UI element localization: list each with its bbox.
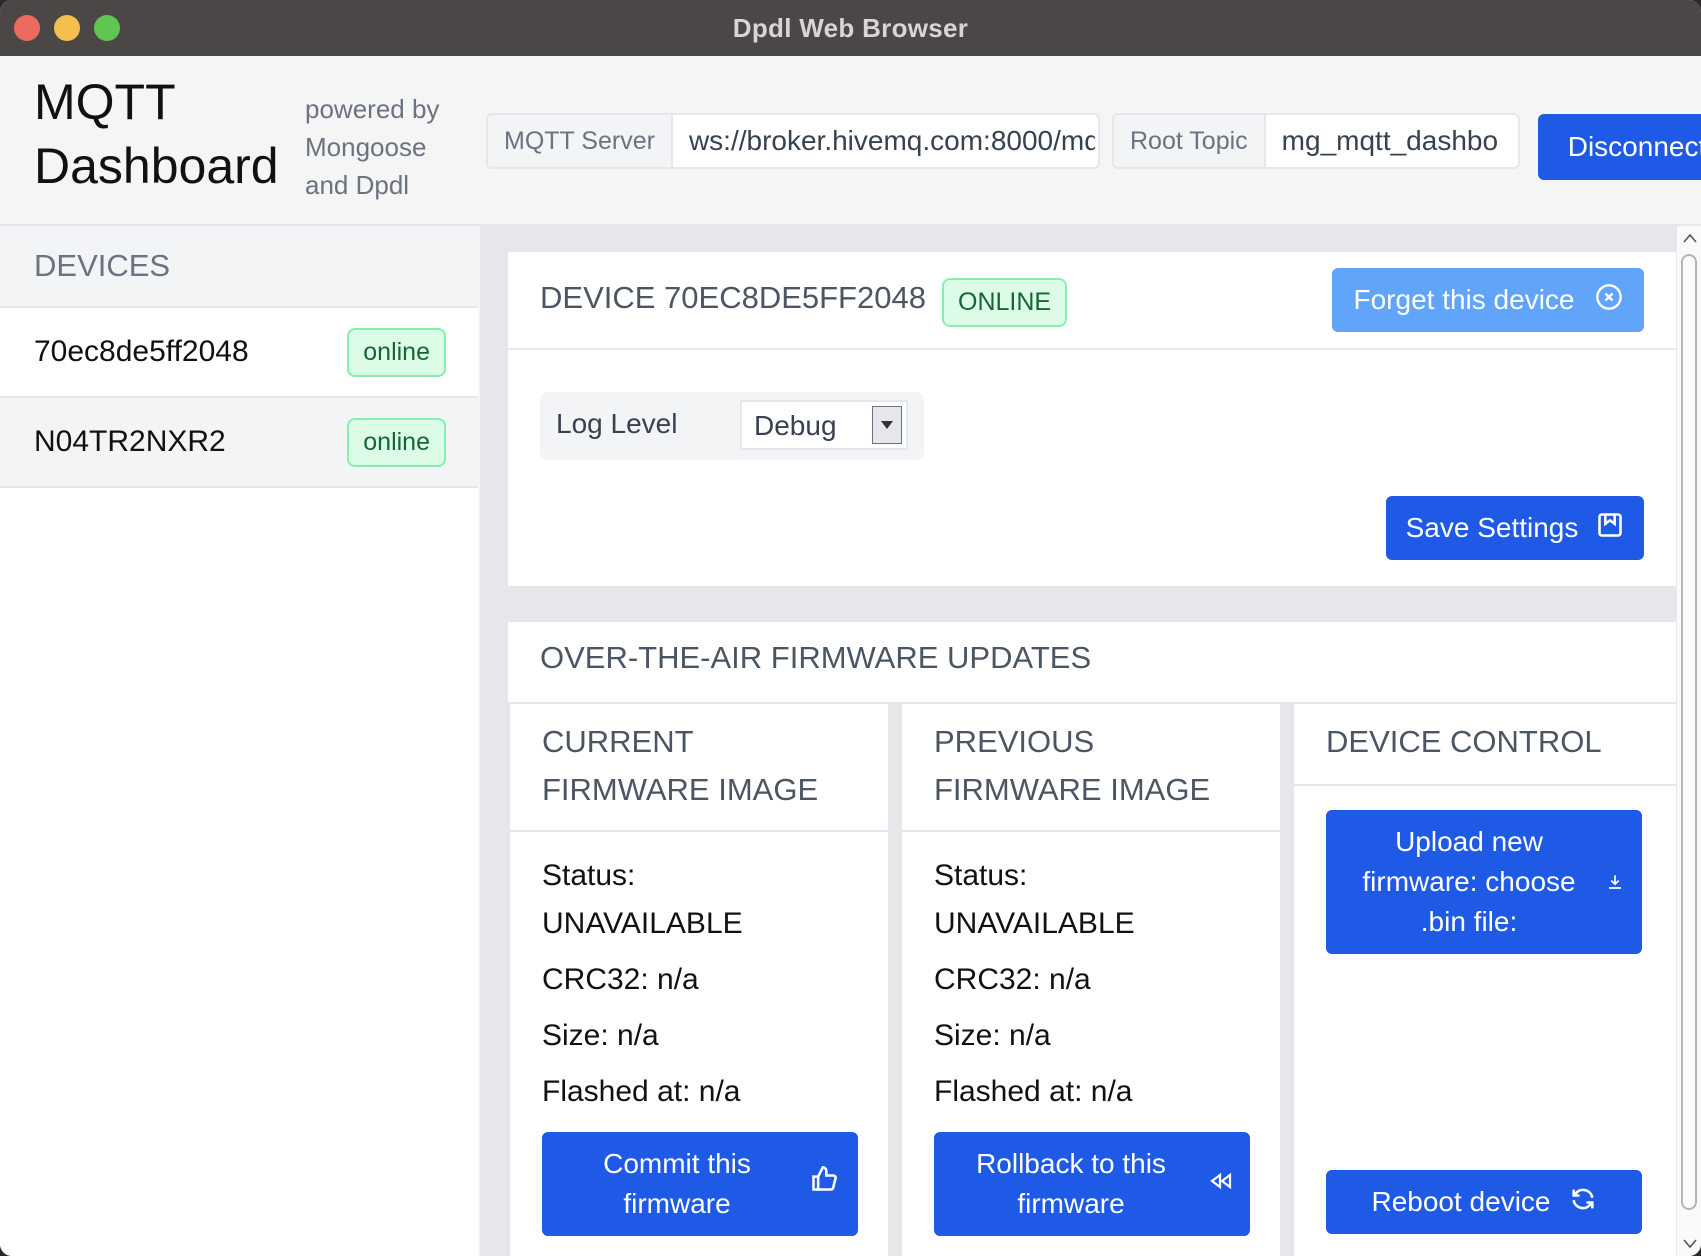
mqtt-server-group: MQTT Server ws://broker.hivemq.com:8000/… xyxy=(486,113,1100,169)
upload-firmware-button[interactable]: Upload new firmware: choose .bin file: xyxy=(1326,810,1642,954)
title-bar: Dpdl Web Browser xyxy=(0,0,1701,56)
disconnect-label: Disconnect xyxy=(1567,131,1701,162)
root-topic-group: Root Topic mg_mqtt_dashboard xyxy=(1112,113,1520,169)
crc32-value: CRC32: n/a xyxy=(542,963,699,996)
button-line: firmware xyxy=(1017,1188,1125,1219)
current-firmware-title: CURRENT FIRMWARE IMAGE xyxy=(510,704,888,832)
device-id: 70ec8de5ff2048 xyxy=(34,335,249,368)
refresh-icon xyxy=(1569,1185,1597,1220)
device-id: N04TR2NXR2 xyxy=(34,425,226,458)
download-icon xyxy=(1606,862,1624,902)
main-content: DEVICE 70EC8DE5FF2048 ONLINE Forget this… xyxy=(480,226,1676,1256)
save-settings-button[interactable]: Save Settings xyxy=(1386,496,1644,560)
status-value: UNAVAILABLE xyxy=(934,907,1135,940)
scrollbar-thumb[interactable] xyxy=(1681,254,1697,1210)
ota-panel: OVER-THE-AIR FIRMWARE UPDATES CURRENT FI… xyxy=(508,622,1676,1256)
device-control-title: DEVICE CONTROL xyxy=(1294,704,1676,786)
device-list-item[interactable]: N04TR2NXR2 online xyxy=(0,398,478,488)
scroll-up-icon[interactable] xyxy=(1683,230,1697,246)
log-level-select[interactable]: Debug xyxy=(740,400,908,450)
save-settings-label: Save Settings xyxy=(1405,512,1579,543)
dropdown-arrow-icon[interactable] xyxy=(872,406,902,444)
app-title-line1: MQTT xyxy=(34,74,176,130)
button-line: firmware: choose xyxy=(1362,866,1576,897)
forget-device-label: Forget this device xyxy=(1353,284,1575,315)
button-line: Commit this xyxy=(603,1148,751,1179)
devices-sidebar: DEVICES 70ec8de5ff2048 online N04TR2NXR2… xyxy=(0,226,478,1256)
button-line: .bin file: xyxy=(1420,906,1518,937)
card-title-line: PREVIOUS xyxy=(934,724,1095,759)
rollback-firmware-button[interactable]: Rollback to this firmware xyxy=(934,1132,1250,1236)
flashed-at-value: Flashed at: n/a xyxy=(934,1075,1133,1108)
zoom-window-button[interactable] xyxy=(94,15,120,41)
disconnect-button[interactable]: Disconnect xyxy=(1538,114,1701,180)
powered-by-text: powered by Mongoose and Dpdl xyxy=(305,90,455,204)
status-label: Status: xyxy=(542,859,636,892)
previous-firmware-title: PREVIOUS FIRMWARE IMAGE xyxy=(902,704,1280,832)
flashed-at-value: Flashed at: n/a xyxy=(542,1075,741,1108)
log-level-label: Log Level xyxy=(556,408,678,439)
scroll-down-icon[interactable] xyxy=(1683,1236,1697,1252)
rewind-icon xyxy=(1209,1164,1233,1204)
window-controls xyxy=(14,15,120,41)
commit-firmware-button[interactable]: Commit this firmware xyxy=(542,1132,858,1236)
status-badge: online xyxy=(347,327,446,377)
device-control-card: DEVICE CONTROL Upload new firmware: choo… xyxy=(1294,704,1676,1256)
status-value: UNAVAILABLE xyxy=(542,907,743,940)
commit-firmware-label: Commit this firmware xyxy=(562,1144,792,1224)
previous-firmware-card: PREVIOUS FIRMWARE IMAGE Status: UNAVAILA… xyxy=(902,704,1280,1256)
device-title: DEVICE 70EC8DE5FF2048 xyxy=(540,280,926,315)
dashboard-header: MQTT Dashboard powered by Mongoose and D… xyxy=(0,56,1701,226)
devices-heading: DEVICES xyxy=(0,226,478,308)
log-level-group: Log Level Debug xyxy=(540,392,924,460)
card-title-line: FIRMWARE IMAGE xyxy=(934,772,1211,807)
ota-title: OVER-THE-AIR FIRMWARE UPDATES xyxy=(540,640,1092,675)
root-topic-label: Root Topic xyxy=(1114,115,1266,167)
previous-firmware-info: Status: UNAVAILABLE CRC32: n/a Size: n/a… xyxy=(902,832,1280,1116)
powered-by-line: Mongoose xyxy=(305,132,427,162)
status-badge: online xyxy=(347,417,446,467)
close-window-button[interactable] xyxy=(14,15,40,41)
minimize-window-button[interactable] xyxy=(54,15,80,41)
button-line: firmware xyxy=(623,1188,731,1219)
save-icon xyxy=(1596,511,1624,546)
reboot-device-label: Reboot device xyxy=(1371,1186,1551,1217)
app-title-line2: Dashboard xyxy=(34,138,279,194)
mqtt-server-input[interactable]: ws://broker.hivemq.com:8000/mqtt xyxy=(673,115,1095,167)
browser-window: Dpdl Web Browser MQTT Dashboard powered … xyxy=(0,0,1701,1256)
reboot-device-button[interactable]: Reboot device xyxy=(1326,1170,1642,1234)
rollback-firmware-label: Rollback to this firmware xyxy=(951,1144,1191,1224)
window-title: Dpdl Web Browser xyxy=(732,12,969,43)
card-title-line: CURRENT xyxy=(542,724,694,759)
vertical-scrollbar[interactable] xyxy=(1676,226,1701,1256)
crc32-value: CRC32: n/a xyxy=(934,963,1091,996)
device-panel-header: DEVICE 70EC8DE5FF2048 ONLINE Forget this… xyxy=(508,252,1676,350)
ota-panel-header: OVER-THE-AIR FIRMWARE UPDATES xyxy=(508,622,1676,704)
device-list-item[interactable]: 70ec8de5ff2048 online xyxy=(0,308,478,398)
powered-by-line: powered by xyxy=(305,94,440,124)
button-line: Upload new xyxy=(1395,826,1543,857)
app-title: MQTT Dashboard xyxy=(34,70,279,198)
powered-by-line: and Dpdl xyxy=(305,170,410,200)
device-settings-panel: DEVICE 70EC8DE5FF2048 ONLINE Forget this… xyxy=(508,252,1676,586)
button-line: Rollback to this xyxy=(976,1148,1166,1179)
root-topic-input[interactable]: mg_mqtt_dashboard xyxy=(1266,115,1498,167)
status-label: Status: xyxy=(934,859,1028,892)
upload-firmware-label: Upload new firmware: choose .bin file: xyxy=(1344,822,1594,942)
size-value: Size: n/a xyxy=(934,1019,1051,1052)
current-firmware-info: Status: UNAVAILABLE CRC32: n/a Size: n/a… xyxy=(510,832,888,1116)
mqtt-server-label: MQTT Server xyxy=(488,115,673,167)
thumbs-up-icon xyxy=(810,1164,838,1204)
device-status-badge: ONLINE xyxy=(942,278,1068,327)
forget-device-button[interactable]: Forget this device xyxy=(1332,268,1644,332)
current-firmware-card: CURRENT FIRMWARE IMAGE Status: UNAVAILAB… xyxy=(510,704,888,1256)
card-title-line: FIRMWARE IMAGE xyxy=(542,772,819,807)
size-value: Size: n/a xyxy=(542,1019,659,1052)
log-level-value: Debug xyxy=(754,410,837,441)
close-circle-icon xyxy=(1595,283,1623,318)
ota-columns: CURRENT FIRMWARE IMAGE Status: UNAVAILAB… xyxy=(508,704,1676,1256)
